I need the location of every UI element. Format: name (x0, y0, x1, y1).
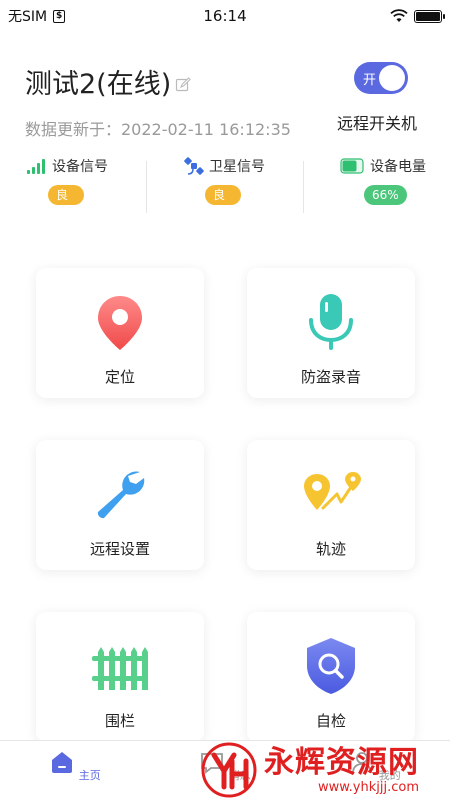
feature-card-self-check[interactable]: 自检 (247, 612, 415, 742)
signal-head: 设备信号 (26, 155, 116, 177)
microphone-icon (309, 294, 353, 350)
feature-card-fence[interactable]: 围栏 (36, 612, 204, 742)
signal-item-battery: 设备电量 66% (340, 155, 440, 215)
edit-icon[interactable] (175, 76, 192, 93)
signal-value-badge: 良 (48, 185, 84, 205)
signal-label: 设备信号 (52, 159, 108, 175)
signal-item-satellite: 卫星信号 良 (183, 155, 273, 215)
toggle-label: 开 (363, 73, 377, 88)
watermark: 永辉资源网 www.yhkjjj.com (200, 740, 419, 800)
signal-bars-icon (27, 159, 45, 174)
shield-search-icon (307, 638, 355, 694)
card-label: 围栏 (104, 712, 135, 730)
watermark-title: 永辉资源网 (264, 744, 419, 780)
satellite-icon (184, 157, 204, 175)
feature-card-remote-settings[interactable]: 远程设置 (36, 440, 204, 570)
home-icon (52, 752, 73, 773)
card-label: 轨迹 (315, 540, 346, 558)
location-pin-icon (98, 296, 142, 350)
tab-home[interactable]: 主页 (45, 749, 105, 783)
signal-label: 设备电量 (370, 159, 426, 175)
watermark-logo-icon (201, 742, 257, 798)
wrench-icon (97, 471, 145, 519)
divider (303, 161, 304, 213)
battery-fill (416, 11, 440, 21)
route-track-icon (304, 472, 361, 510)
power-toggle[interactable]: 开 (354, 62, 408, 94)
tab-label: 主页 (78, 769, 101, 782)
signal-row: 设备信号 良 卫星信号 良 设备电量 66% (0, 155, 450, 215)
device-name: 测试2(在线) (25, 69, 172, 100)
feature-card-track[interactable]: 轨迹 (247, 440, 415, 570)
watermark-url: www.yhkjjj.com (317, 779, 419, 795)
power-label: 远程开关机 (337, 114, 418, 133)
wifi-icon (390, 9, 408, 22)
signal-label: 卫星信号 (209, 159, 265, 175)
card-label: 自检 (315, 712, 346, 730)
status-right (390, 9, 445, 23)
battery-icon (414, 9, 445, 23)
battery-icon (340, 158, 364, 174)
sim-icon: $ (53, 9, 66, 23)
status-time: 16:14 (203, 7, 247, 25)
signal-item-device: 设备信号 良 (26, 155, 116, 215)
card-label: 远程设置 (89, 540, 150, 558)
card-label: 定位 (104, 368, 135, 386)
update-time: 数据更新于：2022-02-11 16:12:35 (25, 120, 291, 139)
carrier-label: 无SIM (8, 9, 48, 25)
signal-head: 设备电量 (340, 155, 440, 177)
device-title: 测试2(在线) (25, 62, 192, 101)
status-left: 无SIM $ (8, 6, 66, 26)
signal-value-badge: 良 (205, 185, 241, 205)
watermark-text: 永辉资源网 www.yhkjjj.com (264, 744, 419, 795)
card-label: 防盗录音 (300, 368, 361, 386)
signal-value-badge: 66% (364, 185, 407, 205)
toggle-knob (379, 65, 405, 91)
signal-head: 卫星信号 (183, 155, 273, 177)
fence-icon (92, 647, 148, 690)
feature-card-recording[interactable]: 防盗录音 (247, 268, 415, 398)
feature-card-location[interactable]: 定位 (36, 268, 204, 398)
divider (146, 161, 147, 213)
status-bar: 无SIM $ 16:14 (0, 0, 450, 32)
